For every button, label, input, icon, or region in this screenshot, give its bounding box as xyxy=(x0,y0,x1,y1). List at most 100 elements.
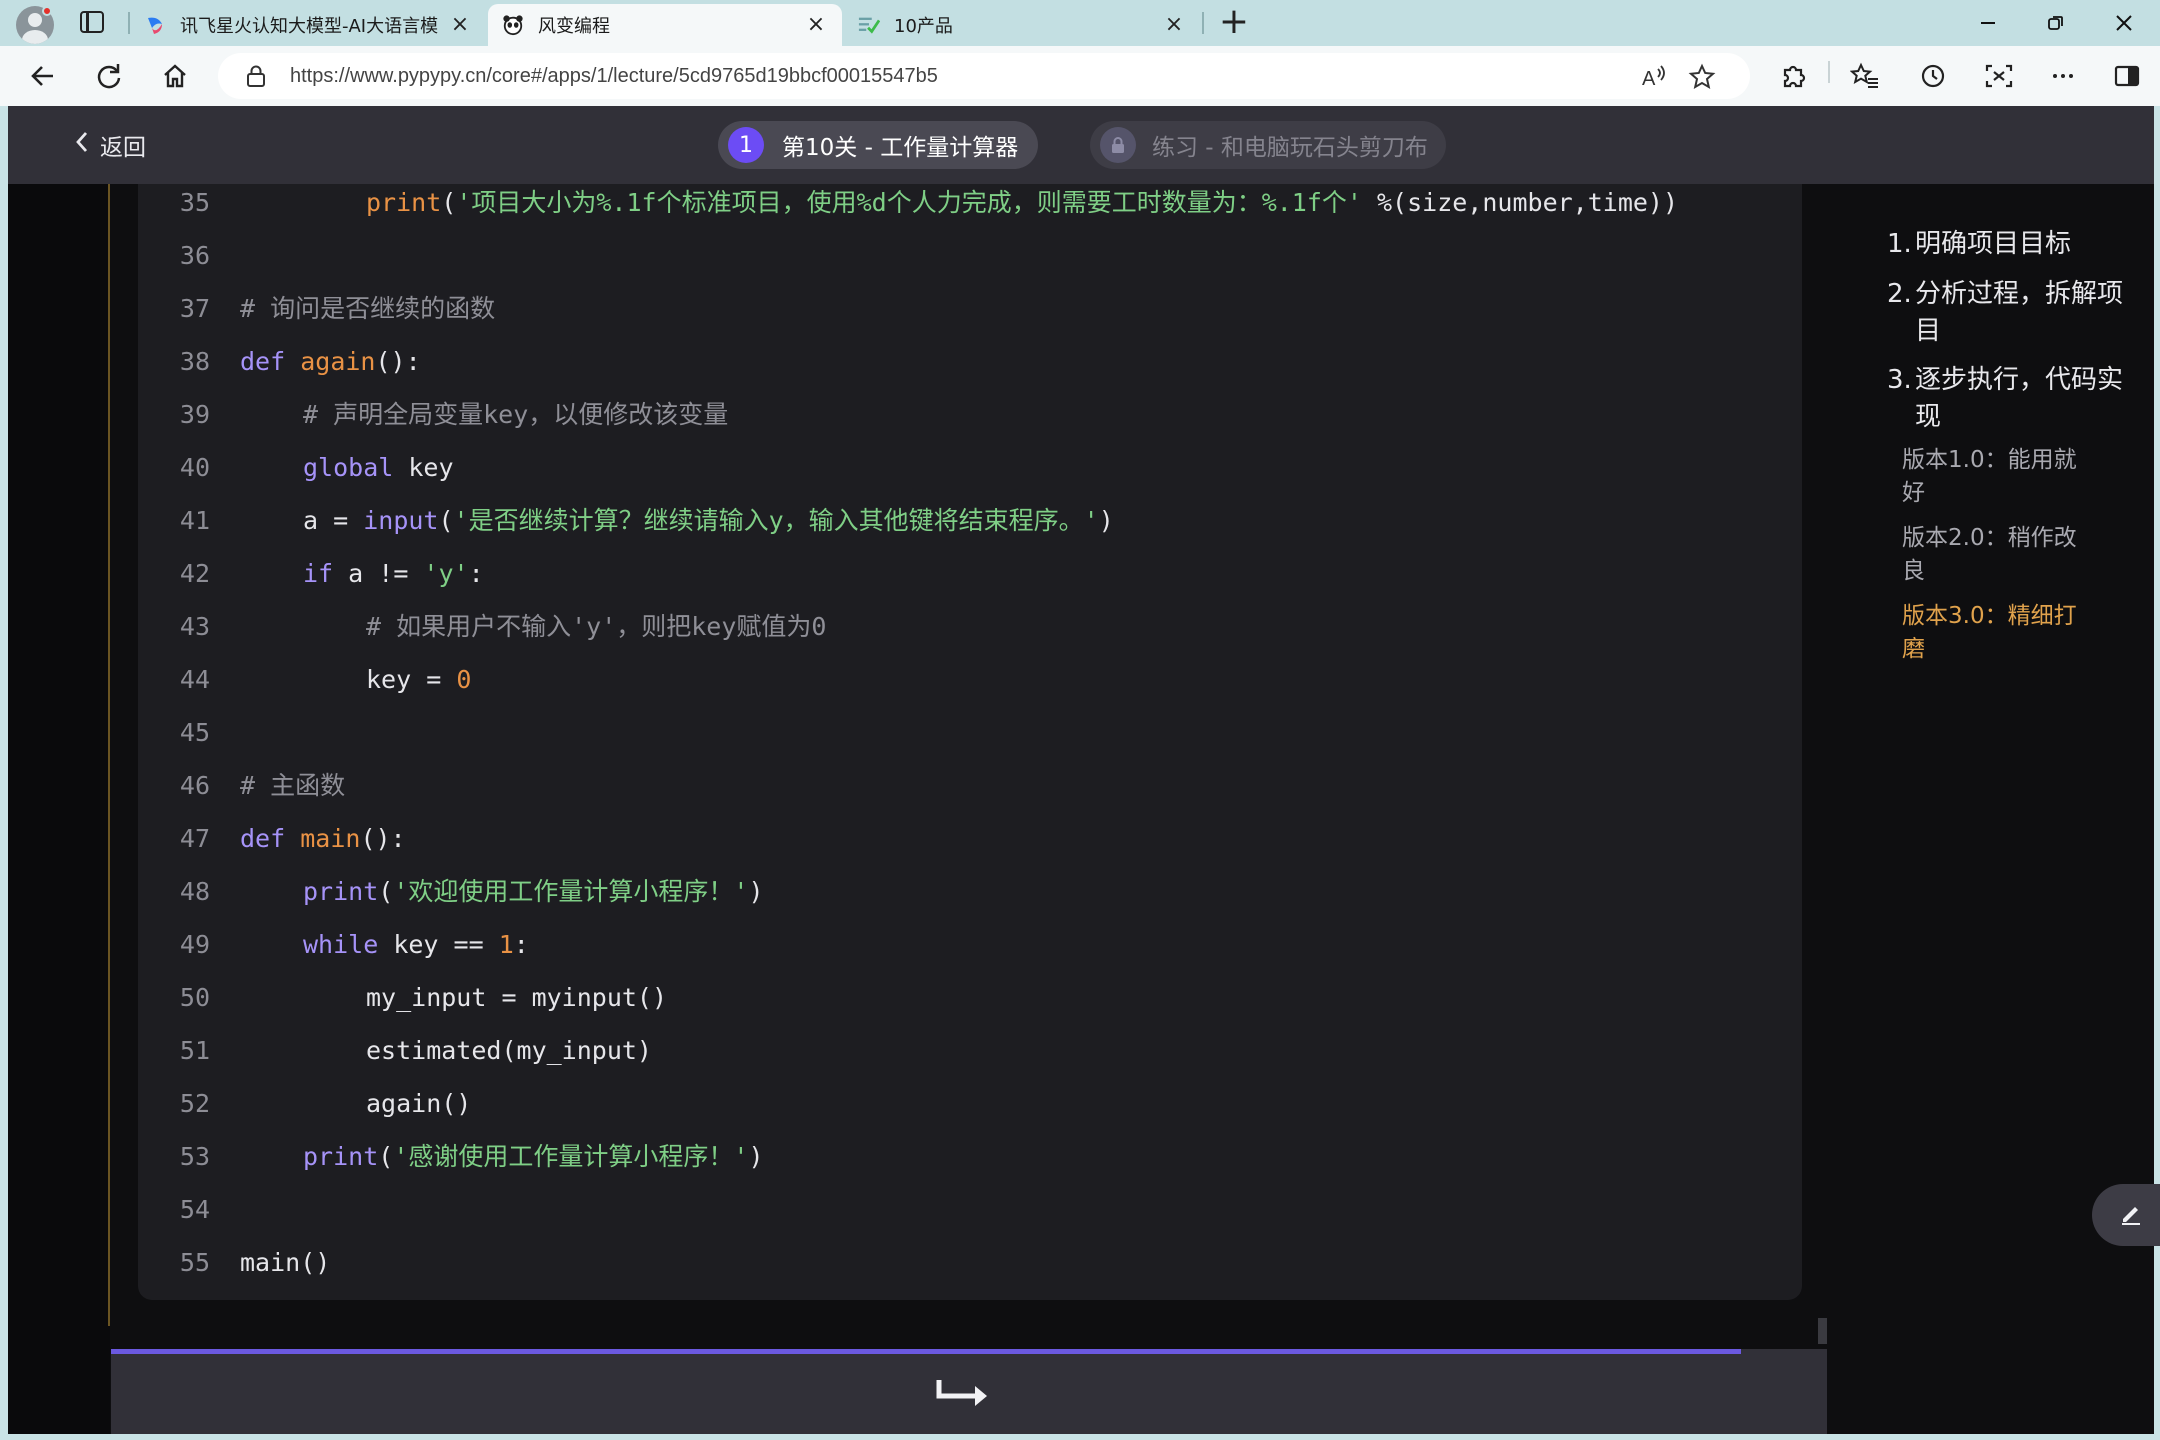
pencil-icon xyxy=(2118,1200,2144,1230)
code-token: : xyxy=(513,930,529,959)
close-icon[interactable]: × xyxy=(1162,13,1186,37)
minimize-icon[interactable] xyxy=(1954,0,2022,46)
history-icon[interactable] xyxy=(1914,57,1952,95)
code-line: 35 print('项目大小为%.1f个标准项目，使用%d个人力完成，则需要工时数… xyxy=(138,184,1802,229)
outline-item-label: 逐步执行，代码实现 xyxy=(1915,365,2124,432)
line-number: 38 xyxy=(179,347,210,376)
url-input[interactable] xyxy=(290,59,1590,93)
read-aloud-icon[interactable]: A xyxy=(1638,61,1670,93)
code-token: %(size,number,time)) xyxy=(1361,188,1679,217)
lesson-app: 返回 1 第10关 - 工作量计算器 练习 - 和电脑玩石头剪刀布 35 prin… xyxy=(8,106,2154,1434)
line-number: 40 xyxy=(179,453,210,482)
code-text: def again(): xyxy=(240,335,421,388)
line-number: 37 xyxy=(179,294,210,323)
code-token: if xyxy=(303,559,334,588)
code-token: main xyxy=(300,824,361,853)
progress-bar xyxy=(111,1349,1741,1354)
code-text: def main(): xyxy=(240,812,406,865)
toolbar-separator xyxy=(1828,61,1830,83)
outline-item-number: 2. xyxy=(1887,279,1912,309)
code-token: key == xyxy=(378,930,499,959)
line-number: 50 xyxy=(179,983,210,1012)
code-text: # 主函数 xyxy=(240,759,345,812)
code-token: again() xyxy=(366,1089,472,1118)
code-text: if a != 'y': xyxy=(303,547,484,600)
code-token: ) xyxy=(1098,506,1114,535)
edit-note-button[interactable] xyxy=(2092,1184,2160,1246)
tab-10products[interactable]: 10产品 × xyxy=(844,4,1200,46)
code-token: again xyxy=(300,347,376,376)
back-button[interactable]: 返回 xyxy=(74,126,146,164)
code-text: estimated(my_input) xyxy=(366,1024,652,1077)
refresh-icon[interactable] xyxy=(90,57,128,95)
lock-icon[interactable] xyxy=(246,65,266,91)
code-token: print xyxy=(366,188,442,217)
ellipsis-icon[interactable] xyxy=(2044,57,2082,95)
close-icon[interactable]: × xyxy=(804,13,828,37)
code-line: 40 global key xyxy=(138,441,1802,494)
close-icon[interactable]: × xyxy=(448,13,472,37)
exercise-tab-locked[interactable]: 练习 - 和电脑玩石头剪刀布 xyxy=(1090,121,1446,169)
line-number: 55 xyxy=(179,1248,210,1277)
code-token: '项目大小为%.1f个标准项目，使用%d个人力完成，则需要工时数量为：%.1f个… xyxy=(456,188,1362,217)
code-token: ( xyxy=(378,877,394,906)
close-window-icon[interactable] xyxy=(2090,0,2158,46)
code-token: print xyxy=(303,1142,379,1171)
line-number: 41 xyxy=(179,506,210,535)
back-label: 返回 xyxy=(100,135,146,161)
tab-xunfei[interactable]: 讯飞星火认知大模型-AI大语言模 × xyxy=(130,4,486,46)
code-token: estimated(my_input) xyxy=(366,1036,652,1065)
code-token: # 声明全局变量key，以便修改该变量 xyxy=(303,400,729,429)
code-token: input xyxy=(363,506,439,535)
code-token: main() xyxy=(240,1248,331,1277)
favorites-icon[interactable] xyxy=(1846,57,1884,95)
code-text: main() xyxy=(240,1236,330,1289)
code-text: # 询问是否继续的函数 xyxy=(240,282,495,335)
code-text: global key xyxy=(303,441,454,494)
code-text: print('感谢使用工作量计算小程序！') xyxy=(303,1130,764,1183)
back-arrow-icon[interactable] xyxy=(24,57,62,95)
code-line: 46 # 主函数 xyxy=(138,759,1802,812)
code-token: (): xyxy=(375,347,421,376)
browser-toolbar: A xyxy=(0,46,2160,106)
outline-sub-item-v3[interactable]: 版本3.0：精细打磨 xyxy=(1902,600,2082,666)
code-text: print('欢迎使用工作量计算小程序！') xyxy=(303,865,764,918)
code-line: 44 key = 0 xyxy=(138,653,1802,706)
level-tab[interactable]: 1 第10关 - 工作量计算器 xyxy=(718,121,1038,169)
next-step-button[interactable] xyxy=(933,1376,993,1412)
tab-actions-icon[interactable] xyxy=(80,11,104,33)
code-line: 52 again() xyxy=(138,1077,1802,1130)
code-text: # 如果用户不输入'y'，则把key赋值为0 xyxy=(366,600,826,653)
tab-separator xyxy=(1202,12,1204,34)
panda-logo-icon xyxy=(502,14,524,36)
tab-title: 讯飞星火认知大模型-AI大语言模 xyxy=(180,16,438,37)
tab-fengbian[interactable]: 风变编程 × xyxy=(488,4,842,46)
code-token: ( xyxy=(378,1142,394,1171)
outline-sub-item-v1[interactable]: 版本1.0：能用就好 xyxy=(1902,444,2082,510)
outline-item-label: 明确项目目标 xyxy=(1915,229,2072,259)
code-line: 55 main() xyxy=(138,1236,1802,1289)
line-number: 49 xyxy=(179,930,210,959)
outline-sub-item-v2[interactable]: 版本2.0：稍作改良 xyxy=(1902,522,2082,588)
line-number: 45 xyxy=(179,718,210,747)
sidebar-icon[interactable] xyxy=(2108,57,2146,95)
line-number: 43 xyxy=(179,612,210,641)
restore-icon[interactable] xyxy=(2022,0,2090,46)
code-token: ( xyxy=(441,188,457,217)
address-bar[interactable]: A xyxy=(218,53,1750,99)
left-gutter xyxy=(8,184,110,1434)
code-editor[interactable]: 35 print('项目大小为%.1f个标准项目，使用%d个人力完成，则需要工时数… xyxy=(138,184,1802,1300)
code-token: : xyxy=(468,559,484,588)
code-line: 50 my_input = myinput() xyxy=(138,971,1802,1024)
screenshot-icon[interactable] xyxy=(1980,57,2018,95)
line-number: 48 xyxy=(179,877,210,906)
code-token: # 询问是否继续的函数 xyxy=(240,294,496,323)
new-tab-plus-icon[interactable]: + xyxy=(1216,4,1252,41)
code-token: # 主函数 xyxy=(240,771,346,800)
home-icon[interactable] xyxy=(156,57,194,95)
star-icon[interactable] xyxy=(1686,61,1718,93)
code-token: a != xyxy=(333,559,424,588)
puzzle-icon[interactable] xyxy=(1774,57,1812,95)
